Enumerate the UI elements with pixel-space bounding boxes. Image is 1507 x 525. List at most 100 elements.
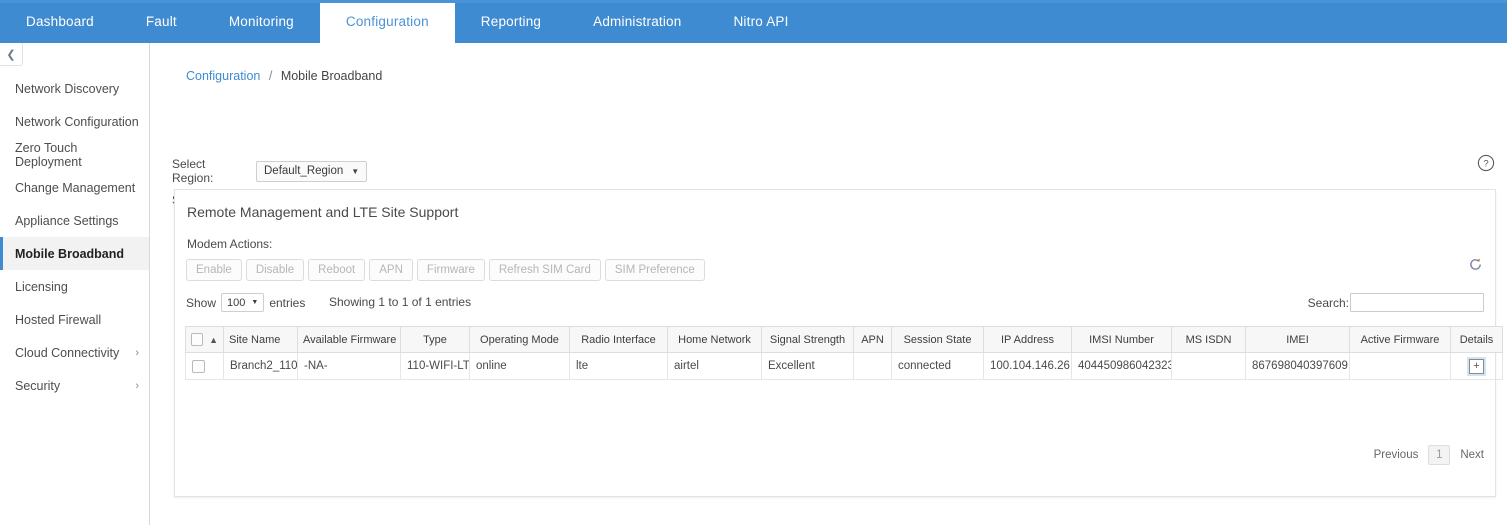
cell-ms-isdn [1171, 352, 1246, 380]
entries-label: entries [269, 295, 306, 310]
column-header-imsi-number[interactable]: IMSI Number [1071, 326, 1172, 353]
nav-tab-reporting[interactable]: Reporting [455, 0, 567, 43]
sidebar-item-cloud-connectivity[interactable]: Cloud Connectivity › [0, 336, 149, 369]
refresh-sim-card-button[interactable]: Refresh SIM Card [488, 259, 601, 281]
nav-tab-nitro-api[interactable]: Nitro API [707, 0, 814, 43]
sidebar-item-label: Security [15, 378, 61, 393]
cell-signal-strength: Excellent [761, 352, 854, 380]
cell-ip-address: 100.104.146.26 [983, 352, 1072, 380]
cell-home-network: airtel [667, 352, 762, 380]
search-control: Search: [1308, 293, 1484, 312]
pagination-next[interactable]: Next [1460, 449, 1484, 461]
select-all-checkbox[interactable] [191, 333, 204, 346]
remote-management-panel: Remote Management and LTE Site Support M… [174, 189, 1503, 497]
sidebar-item-zero-touch-deployment[interactable]: Zero Touch Deployment [0, 138, 149, 171]
nav-tab-fault[interactable]: Fault [120, 0, 203, 43]
button-label: SIM Preference [614, 264, 695, 276]
pagination: Previous 1 Next [1374, 445, 1484, 465]
enable-button[interactable]: Enable [186, 259, 242, 281]
column-header-site-name[interactable]: Site Name [223, 326, 298, 353]
breadcrumb-separator: / [268, 69, 273, 83]
show-entries-control: Show 100 ▼ entries [186, 293, 305, 312]
column-header-type[interactable]: Type [400, 326, 470, 353]
cell-imei: 867698040397609 [1245, 352, 1350, 380]
search-label: Search: [1307, 295, 1349, 310]
chevron-right-icon: › [135, 379, 139, 392]
cell-site-name: Branch2_110 [223, 352, 298, 380]
column-header-active-firmware[interactable]: Active Firmware [1349, 326, 1451, 353]
column-header-available-firmware[interactable]: Available Firmware [297, 326, 401, 353]
plus-expand-icon[interactable]: + [1467, 356, 1486, 376]
sidebar-item-label: Network Configuration [15, 114, 139, 129]
pagination-previous[interactable]: Previous [1374, 449, 1419, 461]
nav-tab-dashboard[interactable]: Dashboard [0, 0, 120, 43]
entries-per-page-value: 100 [227, 296, 246, 309]
sidebar-collapse-button[interactable]: ❮ [0, 43, 23, 66]
apn-button[interactable]: APN [369, 259, 413, 281]
question-mark-circle-icon[interactable]: ? [1477, 154, 1495, 172]
button-label: Disable [255, 264, 295, 276]
region-select[interactable]: Default_Region ▼ [256, 160, 368, 182]
cell-details[interactable]: + [1450, 352, 1503, 380]
show-label: Show [186, 295, 217, 310]
column-header-signal-strength[interactable]: Signal Strength [761, 326, 854, 353]
sidebar-item-label: Licensing [15, 279, 68, 294]
button-label: Enable [196, 264, 232, 276]
cell-operating-mode: online [469, 352, 570, 380]
cell-active-firmware [1349, 352, 1451, 380]
column-header-ip-address[interactable]: IP Address [983, 326, 1072, 353]
pagination-page-1[interactable]: 1 [1428, 445, 1451, 465]
refresh-icon[interactable] [1468, 257, 1483, 272]
breadcrumb-link-configuration[interactable]: Configuration [186, 69, 260, 83]
column-header-operating-mode[interactable]: Operating Mode [469, 326, 570, 353]
chevron-right-icon: › [135, 346, 139, 359]
column-header-ms-isdn[interactable]: MS ISDN [1171, 326, 1246, 353]
sim-preference-button[interactable]: SIM Preference [604, 259, 705, 281]
sidebar-item-label: Network Discovery [15, 81, 120, 96]
disable-button[interactable]: Disable [245, 259, 305, 281]
breadcrumb-current: Mobile Broadband [280, 69, 383, 83]
table-row[interactable]: Branch2_110 -NA- 110-WIFI-LTE online lte… [185, 352, 1503, 380]
sort-ascending-icon[interactable]: ▲ [209, 335, 218, 345]
column-header-imei[interactable]: IMEI [1245, 326, 1350, 353]
reboot-button[interactable]: Reboot [308, 259, 366, 281]
row-checkbox[interactable] [192, 359, 205, 373]
svg-text:?: ? [1483, 159, 1488, 170]
button-label: Firmware [426, 264, 475, 276]
sidebar-item-change-management[interactable]: Change Management [0, 171, 149, 204]
sidebar-item-hosted-firewall[interactable]: Hosted Firewall [0, 303, 149, 336]
nav-tab-label: Dashboard [26, 14, 94, 29]
modem-actions-button-row: Enable Disable Reboot APN Firmware Refre… [186, 259, 705, 281]
column-header-radio-interface[interactable]: Radio Interface [569, 326, 668, 353]
column-header-apn[interactable]: APN [853, 326, 892, 353]
column-header-home-network[interactable]: Home Network [667, 326, 762, 353]
sidebar-item-label: Zero Touch Deployment [15, 140, 82, 169]
nav-tab-label: Administration [593, 14, 682, 29]
cell-imsi-number: 404450986042323 [1071, 352, 1172, 380]
sidebar-item-network-discovery[interactable]: Network Discovery [0, 72, 149, 105]
nav-tab-administration[interactable]: Administration [567, 0, 707, 43]
button-label: APN [379, 264, 403, 276]
region-select-value: Default_Region [264, 165, 344, 177]
column-header-details[interactable]: Details [1450, 326, 1503, 353]
sidebar-menu: Network Discovery Network Configuration … [0, 72, 149, 402]
nav-tab-configuration[interactable]: Configuration [319, 0, 455, 43]
chevron-down-icon: ▼ [251, 299, 259, 306]
sidebar-item-appliance-settings[interactable]: Appliance Settings [0, 204, 149, 237]
column-header-session-state[interactable]: Session State [891, 326, 984, 353]
sidebar-item-network-configuration[interactable]: Network Configuration [0, 105, 149, 138]
page-root: Dashboard Fault Monitoring Configuration… [0, 0, 1507, 525]
sidebar-item-licensing[interactable]: Licensing [0, 270, 149, 303]
firmware-button[interactable]: Firmware [416, 259, 485, 281]
nav-tab-monitoring[interactable]: Monitoring [203, 0, 320, 43]
sidebar-item-label: Change Management [15, 180, 136, 195]
search-input[interactable] [1350, 293, 1484, 312]
row-select-cell[interactable] [185, 352, 224, 380]
chevron-left-icon: ❮ [6, 48, 16, 61]
sidebar-item-security[interactable]: Security › [0, 369, 149, 402]
sidebar-item-mobile-broadband[interactable]: Mobile Broadband [0, 237, 149, 270]
entries-per-page-select[interactable]: 100 ▼ [221, 293, 265, 312]
nav-tab-label: Configuration [345, 14, 429, 29]
top-navigation-bar: Dashboard Fault Monitoring Configuration… [0, 0, 1507, 43]
column-header-select[interactable]: ▲ [185, 326, 224, 353]
